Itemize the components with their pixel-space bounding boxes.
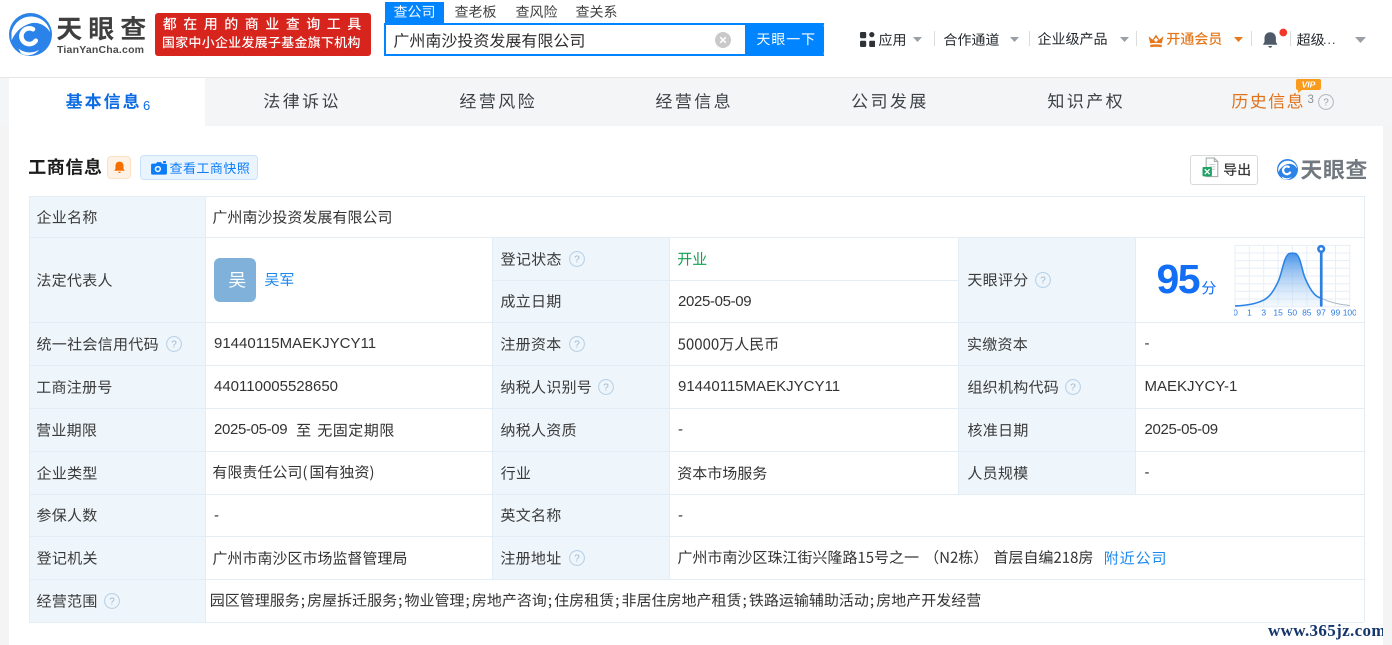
svg-text:?: ? [172, 339, 178, 350]
svg-text:15: 15 [1273, 307, 1283, 317]
svg-text:50: 50 [1288, 307, 1298, 317]
svg-text:?: ? [603, 382, 609, 393]
svg-text:VIP: VIP [1302, 80, 1316, 90]
svg-text:3: 3 [1261, 307, 1266, 317]
svg-text:100: 100 [1343, 307, 1356, 317]
svg-text:0: 0 [1234, 307, 1238, 317]
svg-text:?: ? [1070, 382, 1076, 393]
svg-text:1: 1 [1247, 307, 1252, 317]
svg-text:97: 97 [1316, 307, 1326, 317]
svg-text:?: ? [1040, 275, 1046, 286]
svg-text:?: ? [574, 254, 580, 265]
svg-text:?: ? [574, 339, 580, 350]
svg-text:85: 85 [1302, 307, 1312, 317]
svg-text:99: 99 [1331, 307, 1341, 317]
svg-text:?: ? [574, 553, 580, 564]
svg-text:?: ? [1323, 97, 1329, 108]
svg-text:?: ? [109, 596, 115, 607]
